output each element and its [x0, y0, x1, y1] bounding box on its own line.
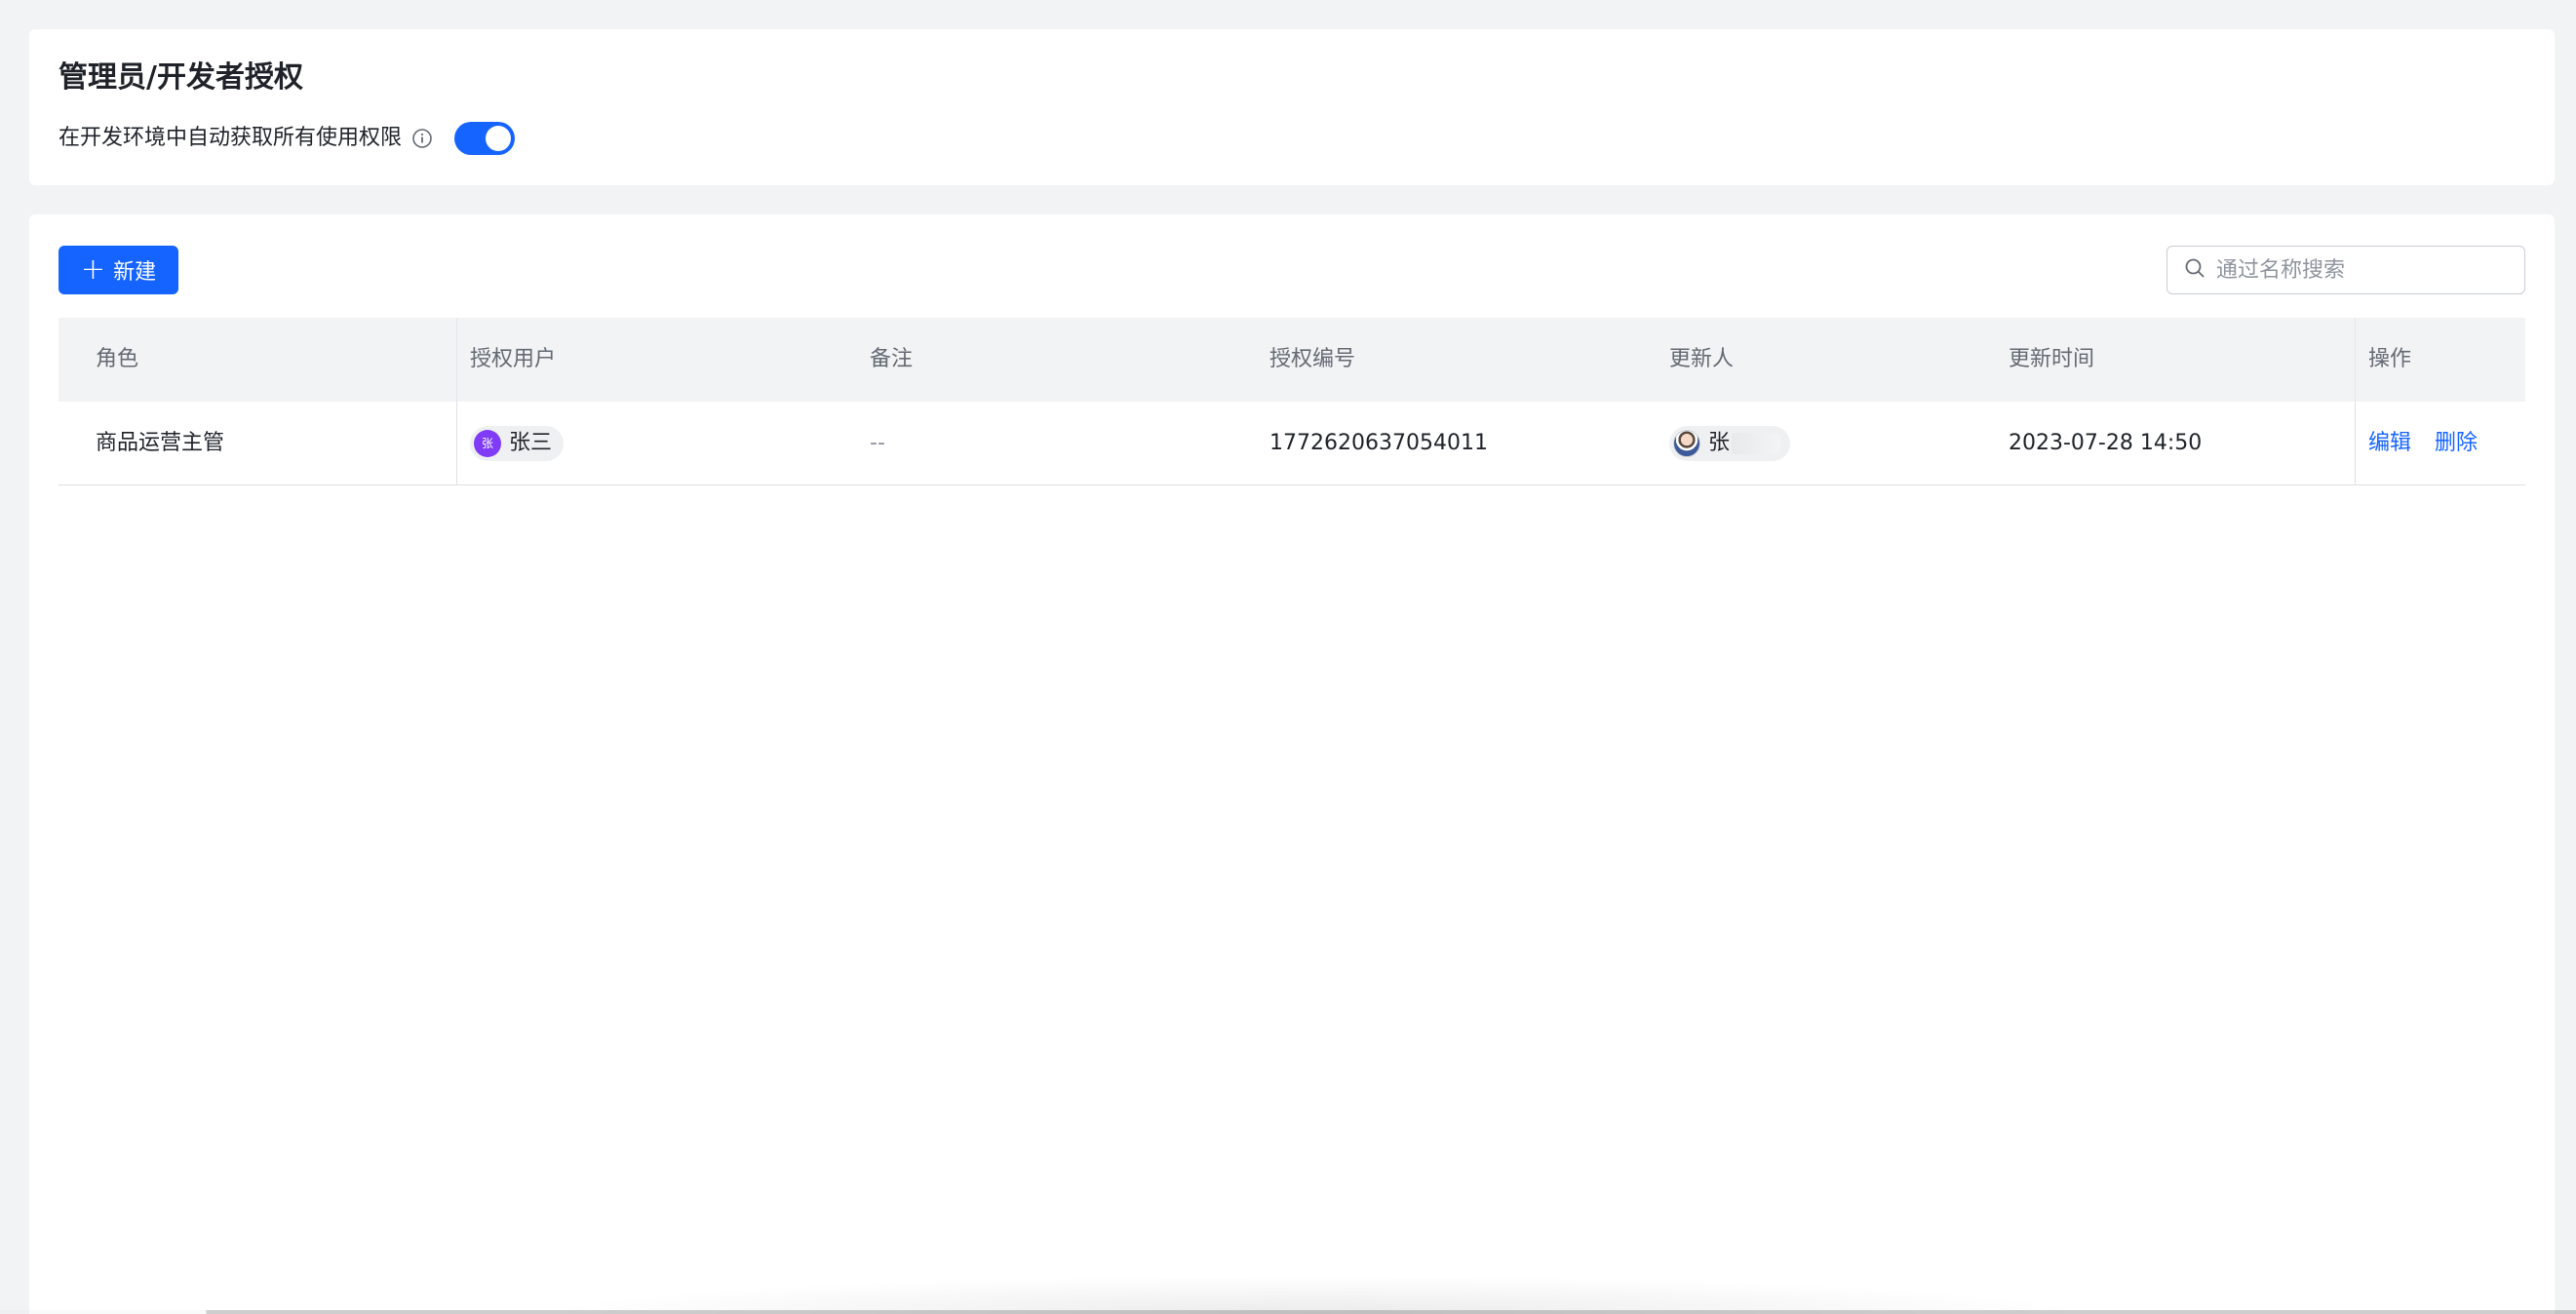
auth-list-card: + 新建 角色 授权用户 备注 授权编号 更新人 更新时间 操作 商品运营主管 … [29, 214, 2555, 1314]
user-tag[interactable]: 张 张三 [470, 425, 565, 461]
table-row: 商品运营主管 张 张三 -- 1772620637054011 张 2023-0… [59, 401, 2525, 485]
settings-card: 管理员/开发者授权 在开发环境中自动获取所有使用权限 [29, 29, 2555, 185]
updater-tag[interactable]: 张 [1669, 425, 1791, 461]
auto-permission-setting: 在开发环境中自动获取所有使用权限 [59, 119, 516, 158]
updated-at-cell: 2023-07-28 14:50 [1996, 401, 2356, 485]
page-title: 管理员/开发者授权 [59, 60, 303, 95]
window-bottom-edge [0, 1310, 2576, 1314]
edit-button[interactable]: 编辑 [2368, 402, 2411, 485]
toggle-knob [486, 126, 512, 151]
redacted-name [1732, 432, 1781, 454]
table-header: 角色 授权用户 备注 授权编号 更新人 更新时间 操作 [59, 318, 2525, 402]
delete-button[interactable]: 删除 [2435, 402, 2478, 485]
search-input[interactable] [2216, 257, 2509, 283]
search-box[interactable] [2166, 246, 2525, 294]
info-icon[interactable] [411, 128, 433, 149]
note-cell: -- [870, 430, 885, 455]
updater-cell: 张 [1657, 402, 1996, 485]
new-button-label: 新建 [113, 260, 157, 285]
avatar: 张 [474, 429, 501, 457]
column-header-actions: 操作 [2368, 347, 2412, 371]
auth-table: 角色 授权用户 备注 授权编号 更新人 更新时间 操作 商品运营主管 张 张三 … [59, 318, 2525, 485]
column-header-role: 角色 [59, 318, 457, 402]
column-header-note: 备注 [870, 347, 914, 371]
actions-cell: 编辑 删除 [2356, 402, 2525, 485]
user-name: 张三 [509, 430, 553, 455]
setting-label: 在开发环境中自动获取所有使用权限 [59, 126, 403, 150]
column-header-updated-at: 更新时间 [1996, 318, 2356, 402]
avatar [1673, 429, 1700, 457]
auto-permission-toggle[interactable] [454, 122, 516, 155]
role-cell: 商品运营主管 [59, 401, 457, 485]
plus-icon: + [80, 252, 106, 287]
auth-user-cell: 张 张三 [457, 402, 857, 485]
column-header-updater: 更新人 [1669, 347, 1735, 371]
new-button[interactable]: + 新建 [59, 246, 178, 294]
bottom-shadow [536, 1275, 2096, 1314]
column-header-auth-user: 授权用户 [470, 347, 557, 371]
column-header-auth-id: 授权编号 [1269, 347, 1356, 371]
search-icon [2183, 256, 2206, 284]
updater-name: 张 [1708, 430, 1731, 455]
auth-id-cell: 1772620637054011 [1269, 430, 1488, 455]
